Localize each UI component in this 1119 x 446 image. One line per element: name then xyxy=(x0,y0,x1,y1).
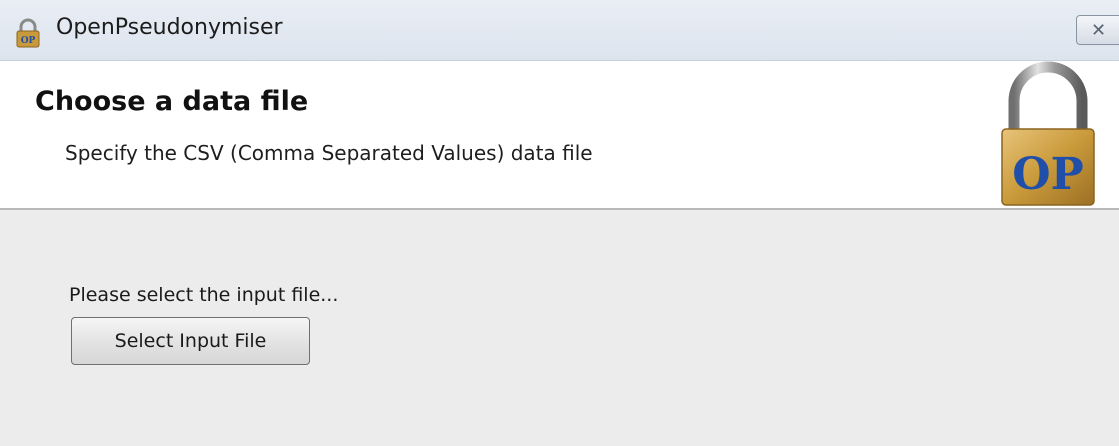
input-file-prompt: Please select the input file... xyxy=(69,284,339,306)
wizard-header: Choose a data file Specify the CSV (Comm… xyxy=(0,61,1119,210)
page-subtitle: Specify the CSV (Comma Separated Values)… xyxy=(65,141,593,165)
app-window: OP OpenPseudonymiser ✕ Choose a data fil… xyxy=(0,0,1119,446)
padlock-logo-icon: OP xyxy=(1001,61,1095,206)
close-button[interactable]: ✕ xyxy=(1076,15,1119,45)
window-title: OpenPseudonymiser xyxy=(56,15,283,40)
select-input-file-button[interactable]: Select Input File xyxy=(71,317,310,365)
close-icon: ✕ xyxy=(1091,19,1107,41)
title-bar[interactable]: OP OpenPseudonymiser ✕ xyxy=(0,0,1119,61)
logo-text: OP xyxy=(1012,149,1083,200)
padlock-icon: OP xyxy=(16,18,40,48)
page-title: Choose a data file xyxy=(35,86,309,117)
wizard-content: Please select the input file... Select I… xyxy=(0,210,1119,446)
svg-text:OP: OP xyxy=(21,36,36,46)
